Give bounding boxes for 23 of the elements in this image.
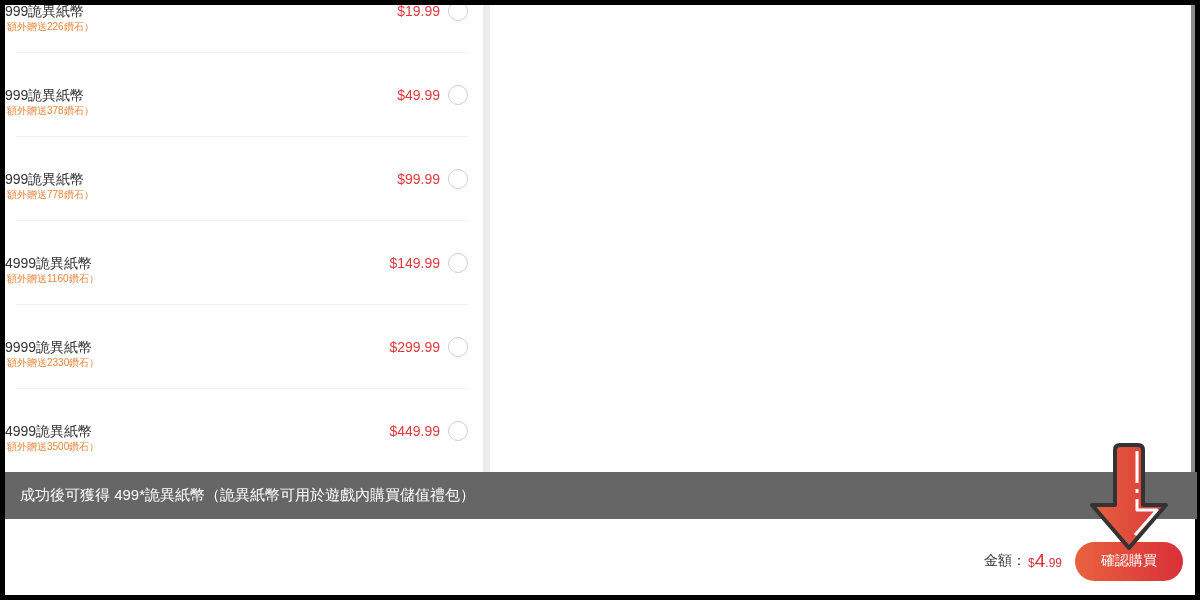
package-title: 4999詭異紙幣 — [5, 422, 93, 440]
package-bonus: 額外贈送1160鑽石） — [6, 272, 99, 286]
notice-text: 成功後可獲得 499*詭異紙幣（詭異紙幣可用於遊戲內購買儲值禮包） — [20, 486, 476, 505]
package-price: $299.99 — [389, 338, 440, 356]
total-amount: $4.99 — [1028, 550, 1062, 572]
package-bonus: 額外贈送226鑽石） — [6, 20, 94, 34]
package-price: $449.99 — [389, 422, 440, 440]
package-price: $99.99 — [397, 170, 440, 188]
package-title: 999詭異紙幣 — [5, 170, 85, 188]
package-bonus: 額外贈送778鑽石） — [6, 188, 94, 202]
package-price: $49.99 — [397, 86, 440, 104]
package-bonus: 額外贈送378鑽石） — [6, 104, 94, 118]
package-title: 4999詭異紙幣 — [5, 254, 93, 272]
package-price: $19.99 — [397, 5, 440, 20]
package-title: 9999詭異紙幣 — [5, 338, 93, 356]
package-title: 999詭異紙幣 — [5, 5, 85, 20]
package-price: $149.99 — [389, 254, 440, 272]
total-label: 金額： — [984, 552, 1027, 570]
package-bonus: 額外贈送3500鑽石） — [6, 440, 100, 454]
confirm-purchase-button[interactable]: 確認購買 — [1075, 541, 1183, 581]
package-title: 999詭異紙幣 — [5, 86, 85, 104]
down-arrow-icon — [1089, 443, 1169, 551]
package-bonus: 額外贈送2330鑽石） — [6, 356, 100, 370]
